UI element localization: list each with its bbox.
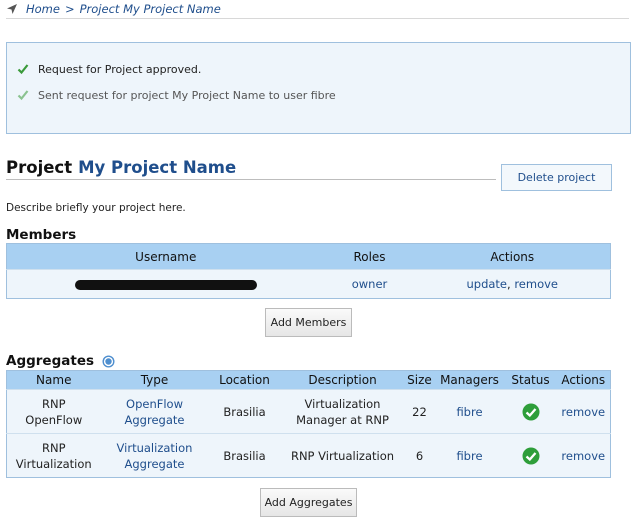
- members-heading: Members: [6, 227, 77, 243]
- aggregate-description-line: RNP Virtualization: [290, 448, 395, 463]
- breadcrumb: Home > Project My Project Name: [6, 0, 629, 19]
- aggregate-name-line: OpenFlow: [25, 412, 83, 427]
- aggregate-manager-cell: fibre: [434, 433, 505, 478]
- aggregate-manager-link[interactable]: fibre: [456, 449, 482, 463]
- column-header-status[interactable]: Status: [504, 370, 557, 390]
- member-username-cell: [6, 269, 325, 299]
- aggregate-type-link[interactable]: Virtualization Aggregate: [117, 441, 193, 471]
- project-description: Describe briefly your project here.: [6, 202, 186, 214]
- aggregate-location-cell: Brasilia: [208, 433, 281, 478]
- message-text: Request for Project approved.: [38, 62, 202, 76]
- add-aggregates-button[interactable]: Add Aggregates: [260, 488, 357, 517]
- aggregate-type-link[interactable]: OpenFlow Aggregate: [125, 397, 185, 427]
- column-header-username[interactable]: Username: [6, 243, 325, 270]
- aggregate-size-cell: 6: [404, 433, 435, 478]
- aggregate-type-cell: OpenFlow Aggregate: [100, 389, 209, 434]
- member-role-link[interactable]: owner: [352, 277, 388, 291]
- message-box: Request for Project approved. Sent reque…: [6, 42, 631, 134]
- aggregates-heading-text: Aggregates: [6, 353, 95, 369]
- page-title: Project My Project Name: [6, 158, 496, 180]
- remove-aggregate-link[interactable]: remove: [561, 405, 605, 419]
- project-label: Project: [6, 158, 73, 177]
- breadcrumb-home-link[interactable]: Home: [26, 2, 60, 16]
- column-header-location[interactable]: Location: [208, 370, 281, 390]
- checkmark-icon: [17, 90, 29, 101]
- breadcrumb-separator: >: [64, 2, 75, 16]
- action-separator: ,: [507, 277, 511, 291]
- aggregate-type-line: Aggregate: [124, 456, 185, 471]
- breadcrumb-current-link[interactable]: Project My Project Name: [80, 2, 221, 16]
- aggregate-status-cell: [504, 389, 557, 434]
- column-header-name[interactable]: Name: [6, 370, 101, 390]
- delete-project-button[interactable]: Delete project: [501, 164, 612, 191]
- table-row: RNP Virtualization Virtualization Aggrega…: [6, 433, 611, 478]
- message-text: Sent request for project My Project Name…: [38, 88, 336, 102]
- column-header-managers[interactable]: Managers: [434, 370, 505, 390]
- aggregate-status-cell: [504, 433, 557, 478]
- project-name: My Project Name: [78, 158, 237, 177]
- aggregate-type-line: Aggregate: [124, 412, 185, 427]
- aggregate-description-line: Virtualization: [304, 396, 381, 411]
- column-header-type[interactable]: Type: [100, 370, 209, 390]
- aggregates-table: Name Type Location Description Size Mana…: [6, 370, 611, 478]
- arrow-pointer-icon: [7, 4, 17, 14]
- member-actions-cell: update, remove: [414, 269, 611, 299]
- remove-aggregate-link[interactable]: remove: [561, 449, 605, 463]
- update-member-link[interactable]: update: [466, 277, 507, 291]
- status-ok-icon: [522, 403, 539, 420]
- checkmark-icon: [17, 64, 29, 75]
- column-header-actions[interactable]: Actions: [414, 243, 611, 270]
- help-icon[interactable]: [102, 355, 115, 368]
- aggregate-name-line: Virtualization: [15, 456, 92, 471]
- column-header-actions[interactable]: Actions: [556, 370, 611, 390]
- aggregate-description-cell: Virtualization Manager at RNP: [280, 389, 405, 434]
- table-row: RNP OpenFlow OpenFlow Aggregate Brasilia …: [6, 389, 611, 434]
- aggregates-heading: Aggregates: [6, 353, 115, 369]
- aggregate-description-cell: RNP Virtualization: [280, 433, 405, 478]
- aggregate-size-cell: 22: [404, 389, 435, 434]
- members-table: Username Roles Actions owner update, rem…: [6, 243, 611, 299]
- message-item: Request for Project approved.: [17, 56, 620, 82]
- aggregate-type-cell: Virtualization Aggregate: [100, 433, 209, 478]
- member-role-cell: owner: [324, 269, 415, 299]
- aggregate-type-line: Virtualization: [116, 440, 193, 455]
- status-ok-icon: [522, 447, 539, 464]
- aggregate-manager-link[interactable]: fibre: [456, 405, 482, 419]
- aggregate-name-cell: RNP OpenFlow: [6, 389, 101, 434]
- aggregate-description-line: Manager at RNP: [296, 412, 389, 427]
- aggregate-name-cell: RNP Virtualization: [6, 433, 101, 478]
- column-header-size[interactable]: Size: [404, 370, 435, 390]
- aggregate-location-cell: Brasilia: [208, 389, 281, 434]
- aggregate-name-line: RNP: [41, 440, 66, 455]
- message-item: Sent request for project My Project Name…: [17, 82, 620, 108]
- table-row: owner update, remove: [6, 269, 611, 299]
- redacted-username: [74, 279, 257, 290]
- remove-member-link[interactable]: remove: [514, 277, 558, 291]
- column-header-description[interactable]: Description: [280, 370, 405, 390]
- aggregate-manager-cell: fibre: [434, 389, 505, 434]
- aggregate-actions-cell: remove: [556, 389, 611, 434]
- column-header-roles[interactable]: Roles: [324, 243, 415, 270]
- aggregate-type-line: OpenFlow: [126, 396, 183, 411]
- add-members-button[interactable]: Add Members: [265, 308, 352, 337]
- table-header-row: Name Type Location Description Size Mana…: [6, 370, 611, 390]
- table-header-row: Username Roles Actions: [6, 243, 611, 270]
- aggregate-actions-cell: remove: [556, 433, 611, 478]
- aggregate-name-line: RNP: [41, 396, 66, 411]
